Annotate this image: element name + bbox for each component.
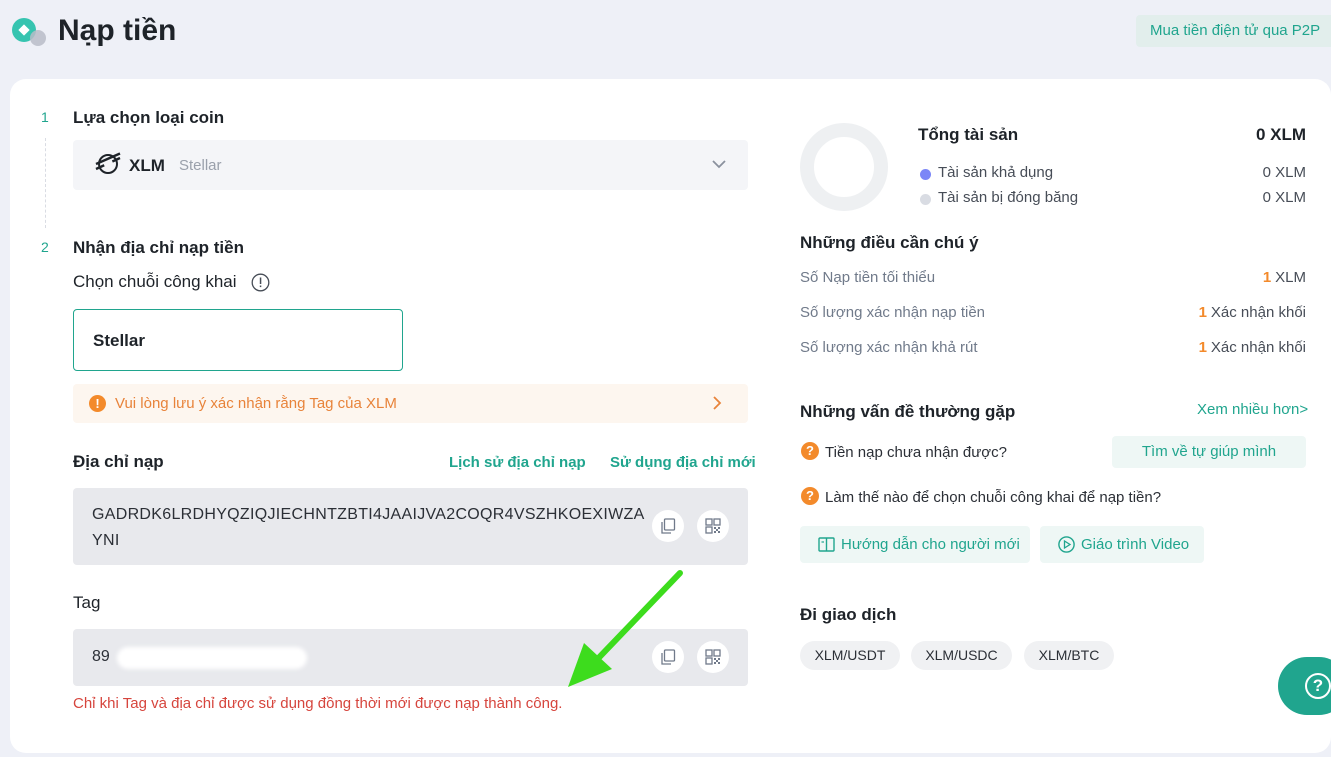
withdraw-confirmations-label: Số lượng xác nhận khả rút xyxy=(800,339,978,356)
tag-label: Tag xyxy=(73,593,101,612)
step-connector xyxy=(45,138,46,228)
withdraw-confirmations-value: 1 Xác nhận khối xyxy=(1198,339,1306,356)
total-assets-value: 0 XLM xyxy=(1255,125,1306,144)
question-icon: ? xyxy=(801,442,819,460)
deposit-address: GADRDK6LRDHYQZIQJIECHNTZBTI4JAAIJVA2COQR… xyxy=(92,506,645,549)
notes-title: Những điều cần chú ý xyxy=(800,233,979,252)
available-assets-row: Tài sản khả dụng 0 XLM xyxy=(918,164,1306,184)
page-header: Nạp tiền Mua tiền điện tử qua P2P xyxy=(0,0,1331,70)
chain-option-label: Stellar xyxy=(93,331,145,350)
tag-redaction xyxy=(117,647,307,669)
coin-name: Stellar xyxy=(179,157,222,174)
annotation-arrow-icon xyxy=(568,570,683,687)
frozen-value: 0 XLM xyxy=(1262,189,1306,206)
tag-qr-button[interactable] xyxy=(697,641,729,673)
step-2-title: Nhận địa chỉ nạp tiền xyxy=(73,238,244,257)
chevron-down-icon xyxy=(712,160,726,169)
page-title: Nạp tiền xyxy=(58,14,177,47)
video-tutorial-button[interactable]: Giáo trình Video xyxy=(1040,526,1204,563)
min-deposit-value: 1 XLM xyxy=(1262,269,1306,286)
pair-xlm-btc[interactable]: XLM/BTC xyxy=(1024,641,1114,670)
min-deposit-row: Số Nạp tiền tối thiểu 1 XLM xyxy=(800,269,1306,289)
stellar-logo-icon xyxy=(95,152,121,174)
pair-xlm-usdc[interactable]: XLM/USDC xyxy=(911,641,1012,670)
asset-donut-chart xyxy=(800,123,888,211)
tag-value: 89 xyxy=(92,648,110,665)
copy-icon xyxy=(661,518,676,534)
copy-address-button[interactable] xyxy=(652,510,684,542)
chain-label: Chọn chuỗi công khai xyxy=(73,272,237,291)
available-label: Tài sản khả dụng xyxy=(938,164,1054,181)
deposit-confirmations-value: 1 Xác nhận khối xyxy=(1198,304,1306,321)
qr-code-icon xyxy=(705,518,721,534)
deposit-address-box: GADRDK6LRDHYQZIQJIECHNTZBTI4JAAIJVA2COQR… xyxy=(73,488,748,565)
frozen-dot xyxy=(920,194,931,205)
chain-option-stellar[interactable]: Stellar xyxy=(73,309,403,371)
coin-symbol: XLM xyxy=(129,156,165,175)
question-icon: ? xyxy=(801,487,819,505)
step-2-number: 2 xyxy=(41,239,49,255)
total-assets-title: Tổng tài sản xyxy=(918,125,1019,144)
frozen-label: Tài sản bị đóng băng xyxy=(938,189,1079,206)
trade-title: Đi giao dịch xyxy=(800,605,897,624)
deposit-confirmations-row: Số lượng xác nhận nạp tiền 1 Xác nhận khố… xyxy=(800,304,1306,324)
qr-code-icon xyxy=(705,649,721,665)
frozen-assets-row: Tài sản bị đóng băng 0 XLM xyxy=(918,189,1306,209)
tag-requirement-note: Chỉ khi Tag và địa chỉ được sử dụng đồng… xyxy=(73,695,563,712)
faq-question-1[interactable]: Tiền nạp chưa nhận được? xyxy=(825,444,1007,461)
available-dot xyxy=(920,169,931,180)
available-value: 0 XLM xyxy=(1262,164,1306,181)
deposit-logo-icon xyxy=(12,18,48,48)
withdraw-confirmations-row: Số lượng xác nhận khả rút 1 Xác nhận khối xyxy=(800,339,1306,359)
deposit-confirmations-label: Số lượng xác nhận nạp tiền xyxy=(800,304,986,321)
video-tutorial-label: Giáo trình Video xyxy=(1081,536,1190,553)
beginner-guide-label: Hướng dẫn cho người mới xyxy=(841,536,1020,553)
step-1-number: 1 xyxy=(41,109,49,125)
play-circle-icon xyxy=(1058,536,1075,553)
warning-icon: ! xyxy=(89,395,106,412)
address-qr-button[interactable] xyxy=(697,510,729,542)
beginner-guide-button[interactable]: Hướng dẫn cho người mới xyxy=(800,526,1030,563)
min-deposit-label: Số Nạp tiền tối thiểu xyxy=(800,269,936,286)
pair-xlm-usdt[interactable]: XLM/USDT xyxy=(800,641,900,670)
faq-title: Những vấn đề thường gặp xyxy=(800,402,1016,421)
address-label: Địa chỉ nạp xyxy=(73,452,164,471)
new-address-link[interactable]: Sử dụng địa chỉ mới xyxy=(610,454,756,471)
info-icon[interactable] xyxy=(251,273,270,292)
address-history-link[interactable]: Lịch sử địa chỉ nạp xyxy=(449,454,586,471)
step-1-title: Lựa chọn loại coin xyxy=(73,108,225,127)
chevron-right-icon xyxy=(713,396,722,410)
coin-select[interactable]: XLM Stellar xyxy=(73,140,748,190)
tag-warning-banner[interactable]: ! Vui lòng lưu ý xác nhận rằng Tag của X… xyxy=(73,384,748,423)
faq-question-2[interactable]: Làm thế nào để chọn chuỗi công khai để n… xyxy=(825,489,1161,506)
self-help-button[interactable]: Tìm về tự giúp mình xyxy=(1112,436,1306,468)
faq-more-link[interactable]: Xem nhiều hơn> xyxy=(1197,401,1308,418)
floating-help-button[interactable]: ? xyxy=(1278,657,1331,715)
p2p-buy-button[interactable]: Mua tiền điện tử qua P2P xyxy=(1136,15,1331,47)
help-icon: ? xyxy=(1305,673,1331,699)
book-icon xyxy=(818,537,835,552)
warning-text: Vui lòng lưu ý xác nhận rằng Tag của XLM xyxy=(115,395,397,412)
